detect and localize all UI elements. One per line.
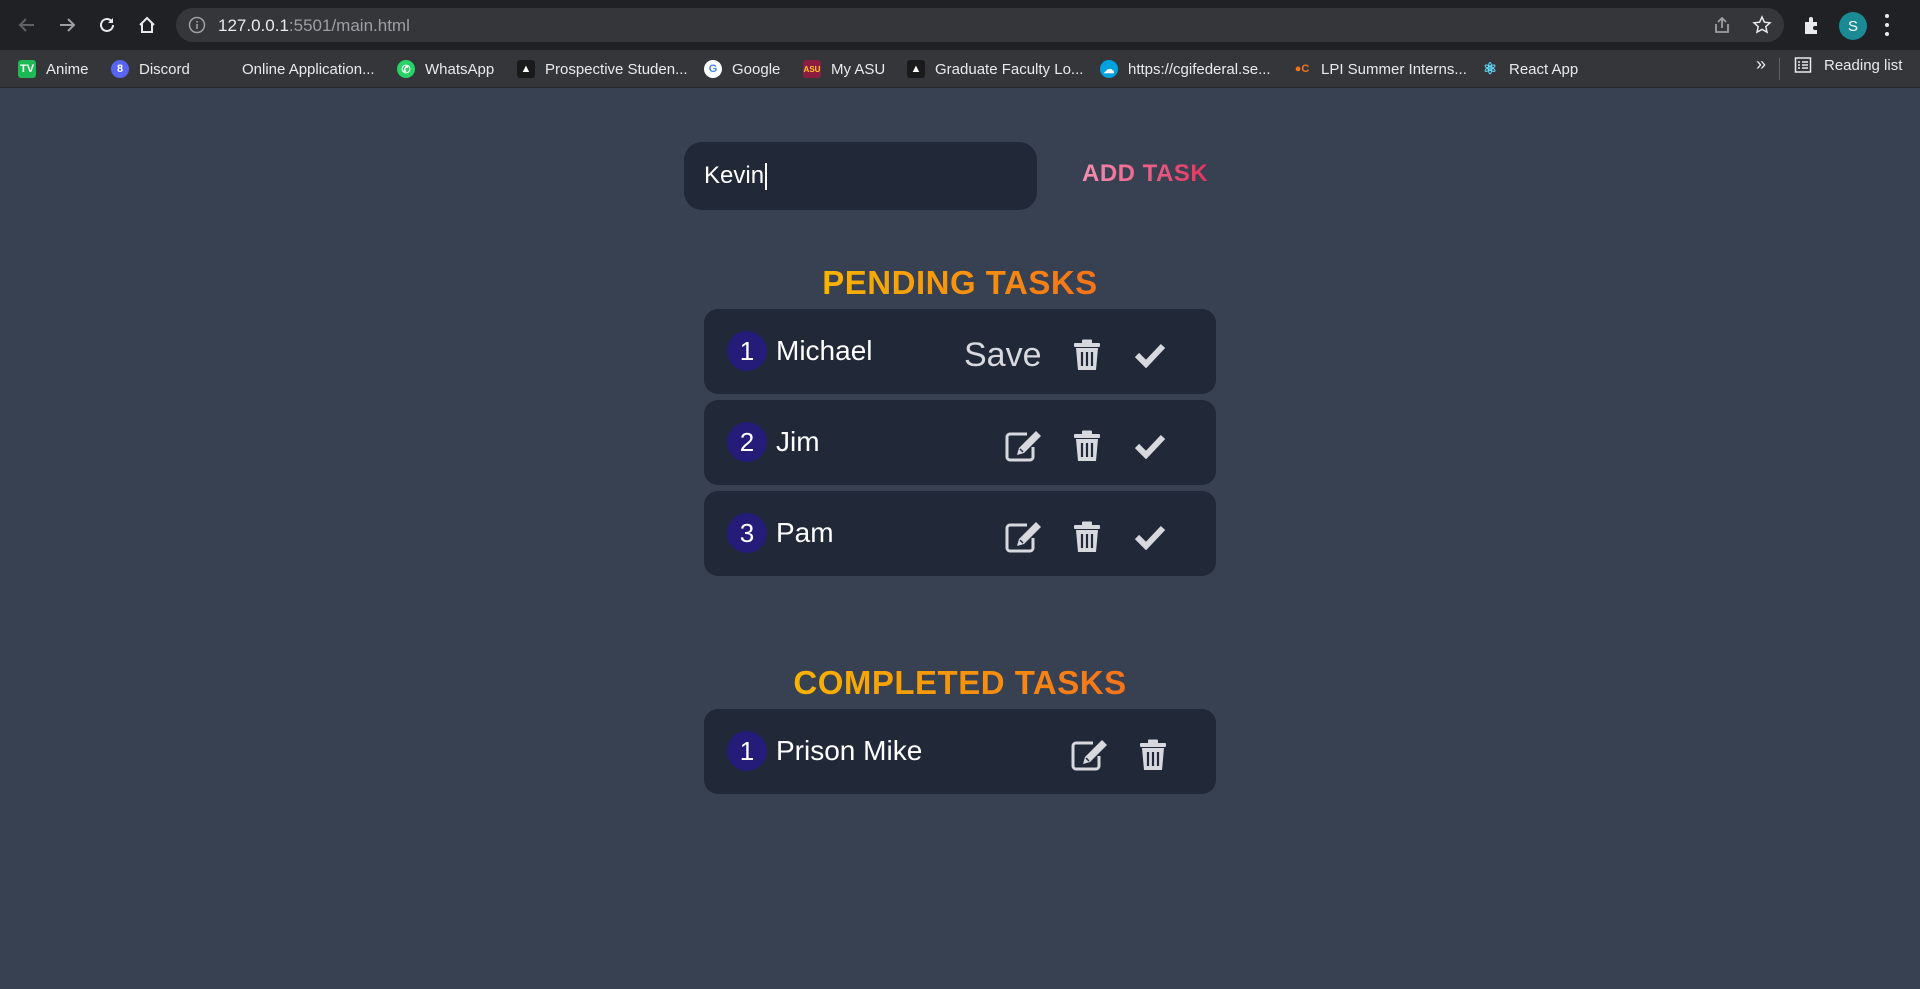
pending-task-item: 3 Pam xyxy=(704,491,1216,576)
completed-tasks-title-text: COMPLETED TASKS xyxy=(793,664,1127,701)
bookmark-whatsapp[interactable]: ✆ WhatsApp xyxy=(397,56,494,82)
whatsapp-icon: ✆ xyxy=(397,60,415,78)
pending-tasks-title-text: PENDING TASKS xyxy=(822,264,1098,301)
reading-list-button[interactable]: Reading list xyxy=(1794,56,1902,74)
bookmark-online-application[interactable]: Online Application... xyxy=(214,56,375,82)
add-task-button[interactable]: ADD TASK xyxy=(1082,160,1208,188)
google-icon: G xyxy=(704,60,722,78)
blank-icon xyxy=(214,60,232,78)
home-icon xyxy=(139,16,155,33)
salesforce-icon: ☁ xyxy=(1100,60,1118,78)
edit-icon xyxy=(1005,431,1041,462)
delete-button[interactable] xyxy=(1067,335,1107,375)
reading-list-label: Reading list xyxy=(1824,56,1903,74)
task-number-badge: 2 xyxy=(727,422,767,462)
trash-icon xyxy=(1074,339,1100,370)
bookmark-label: Discord xyxy=(139,60,190,78)
bookmark-prospective-student[interactable]: ▲ Prospective Studen... xyxy=(517,56,688,82)
bookmark-label: Graduate Faculty Lo... xyxy=(935,60,1084,78)
back-button[interactable] xyxy=(14,12,40,38)
reading-list-icon xyxy=(1794,57,1812,73)
edit-button[interactable] xyxy=(1004,517,1044,557)
bookmark-label: Online Application... xyxy=(242,60,375,78)
bookmarks-overflow-button[interactable]: » xyxy=(1756,54,1766,75)
asu-icon: ▲ xyxy=(907,60,925,78)
task-number-badge: 1 xyxy=(727,731,767,771)
task-name: Michael xyxy=(776,335,873,366)
bookmark-label: My ASU xyxy=(831,60,886,78)
text-caret xyxy=(765,162,768,190)
share-icon[interactable] xyxy=(1712,15,1732,35)
profile-avatar[interactable]: S xyxy=(1839,12,1867,40)
arrow-left-icon xyxy=(18,18,34,32)
checkmark-icon xyxy=(1134,525,1166,550)
bookmarks-divider xyxy=(1779,58,1780,80)
delete-button[interactable] xyxy=(1067,426,1107,466)
bookmark-label: Anime xyxy=(46,60,89,78)
task-number-badge: 3 xyxy=(727,513,767,553)
bookmark-label: WhatsApp xyxy=(425,60,495,78)
task-name: Prison Mike xyxy=(776,735,923,766)
bookmark-label: React App xyxy=(1509,60,1579,78)
bookmark-label: Google xyxy=(732,60,781,78)
reload-icon xyxy=(100,17,114,32)
trash-icon xyxy=(1074,521,1100,552)
forward-button[interactable] xyxy=(54,12,80,38)
tv-icon: TV xyxy=(18,60,36,78)
task-name: Pam xyxy=(776,517,834,548)
asu-icon: ▲ xyxy=(517,60,535,78)
pending-task-item: 2 Jim xyxy=(704,400,1216,485)
bookmark-label: https://cgifederal.se... xyxy=(1128,60,1271,78)
save-button[interactable]: Save xyxy=(964,336,1042,375)
completed-tasks-title: COMPLETED TASKS xyxy=(0,664,1920,702)
bookmark-cgifederal[interactable]: ☁ https://cgifederal.se... xyxy=(1100,56,1271,82)
reload-button[interactable] xyxy=(94,12,120,38)
edit-icon xyxy=(1005,522,1041,553)
task-input[interactable]: Kevin xyxy=(684,142,1037,210)
bookmark-react-app[interactable]: ⚛ React App xyxy=(1481,56,1578,82)
url-text: 127.0.0.1:5501/main.html xyxy=(218,16,410,36)
edit-button[interactable] xyxy=(1070,735,1110,775)
myasu-icon: ASU xyxy=(803,60,821,78)
lpi-icon: ●C xyxy=(1294,63,1310,75)
delete-button[interactable] xyxy=(1133,735,1173,775)
completed-task-item: 1 Prison Mike xyxy=(704,709,1216,794)
arrow-right-icon xyxy=(60,18,76,32)
bookmark-lpi-summer[interactable]: ●C LPI Summer Interns... xyxy=(1293,56,1467,82)
trash-icon xyxy=(1074,430,1100,461)
complete-button[interactable] xyxy=(1130,426,1170,466)
pending-tasks-title: PENDING TASKS xyxy=(0,264,1920,302)
extensions-icon[interactable] xyxy=(1801,14,1823,36)
bookmark-label: LPI Summer Interns... xyxy=(1321,60,1467,78)
menu-icon[interactable] xyxy=(1884,14,1890,36)
bookmark-label: Prospective Studen... xyxy=(545,60,688,78)
checkmark-icon xyxy=(1134,434,1166,459)
bookmark-anime[interactable]: TV Anime xyxy=(18,56,89,82)
bookmark-discord[interactable]: 8 Discord xyxy=(111,56,190,82)
discord-icon: 8 xyxy=(111,60,129,78)
task-name: Jim xyxy=(776,426,820,457)
edit-icon xyxy=(1071,740,1107,771)
bookmark-graduate-faculty[interactable]: ▲ Graduate Faculty Lo... xyxy=(907,56,1083,82)
delete-button[interactable] xyxy=(1067,517,1107,557)
react-icon: ⚛ xyxy=(1482,61,1498,78)
bookmark-google[interactable]: G Google xyxy=(704,56,780,82)
star-icon[interactable] xyxy=(1752,15,1772,35)
pending-task-item: 1 Michael Save xyxy=(704,309,1216,394)
url-path: :5501/main.html xyxy=(288,16,410,35)
checkmark-icon xyxy=(1134,343,1166,368)
info-icon[interactable] xyxy=(188,16,206,34)
home-button[interactable] xyxy=(134,12,160,38)
edit-button[interactable] xyxy=(1004,426,1044,466)
complete-button[interactable] xyxy=(1130,517,1170,557)
address-bar[interactable]: 127.0.0.1:5501/main.html xyxy=(176,8,1784,42)
browser-toolbar: 127.0.0.1:5501/main.html S xyxy=(0,0,1920,50)
task-number-badge: 1 xyxy=(727,331,767,371)
complete-button[interactable] xyxy=(1130,335,1170,375)
bookmark-my-asu[interactable]: ASU My ASU xyxy=(803,56,885,82)
trash-icon xyxy=(1140,739,1166,770)
task-input-value: Kevin xyxy=(704,162,765,189)
url-host: 127.0.0.1 xyxy=(218,16,289,35)
